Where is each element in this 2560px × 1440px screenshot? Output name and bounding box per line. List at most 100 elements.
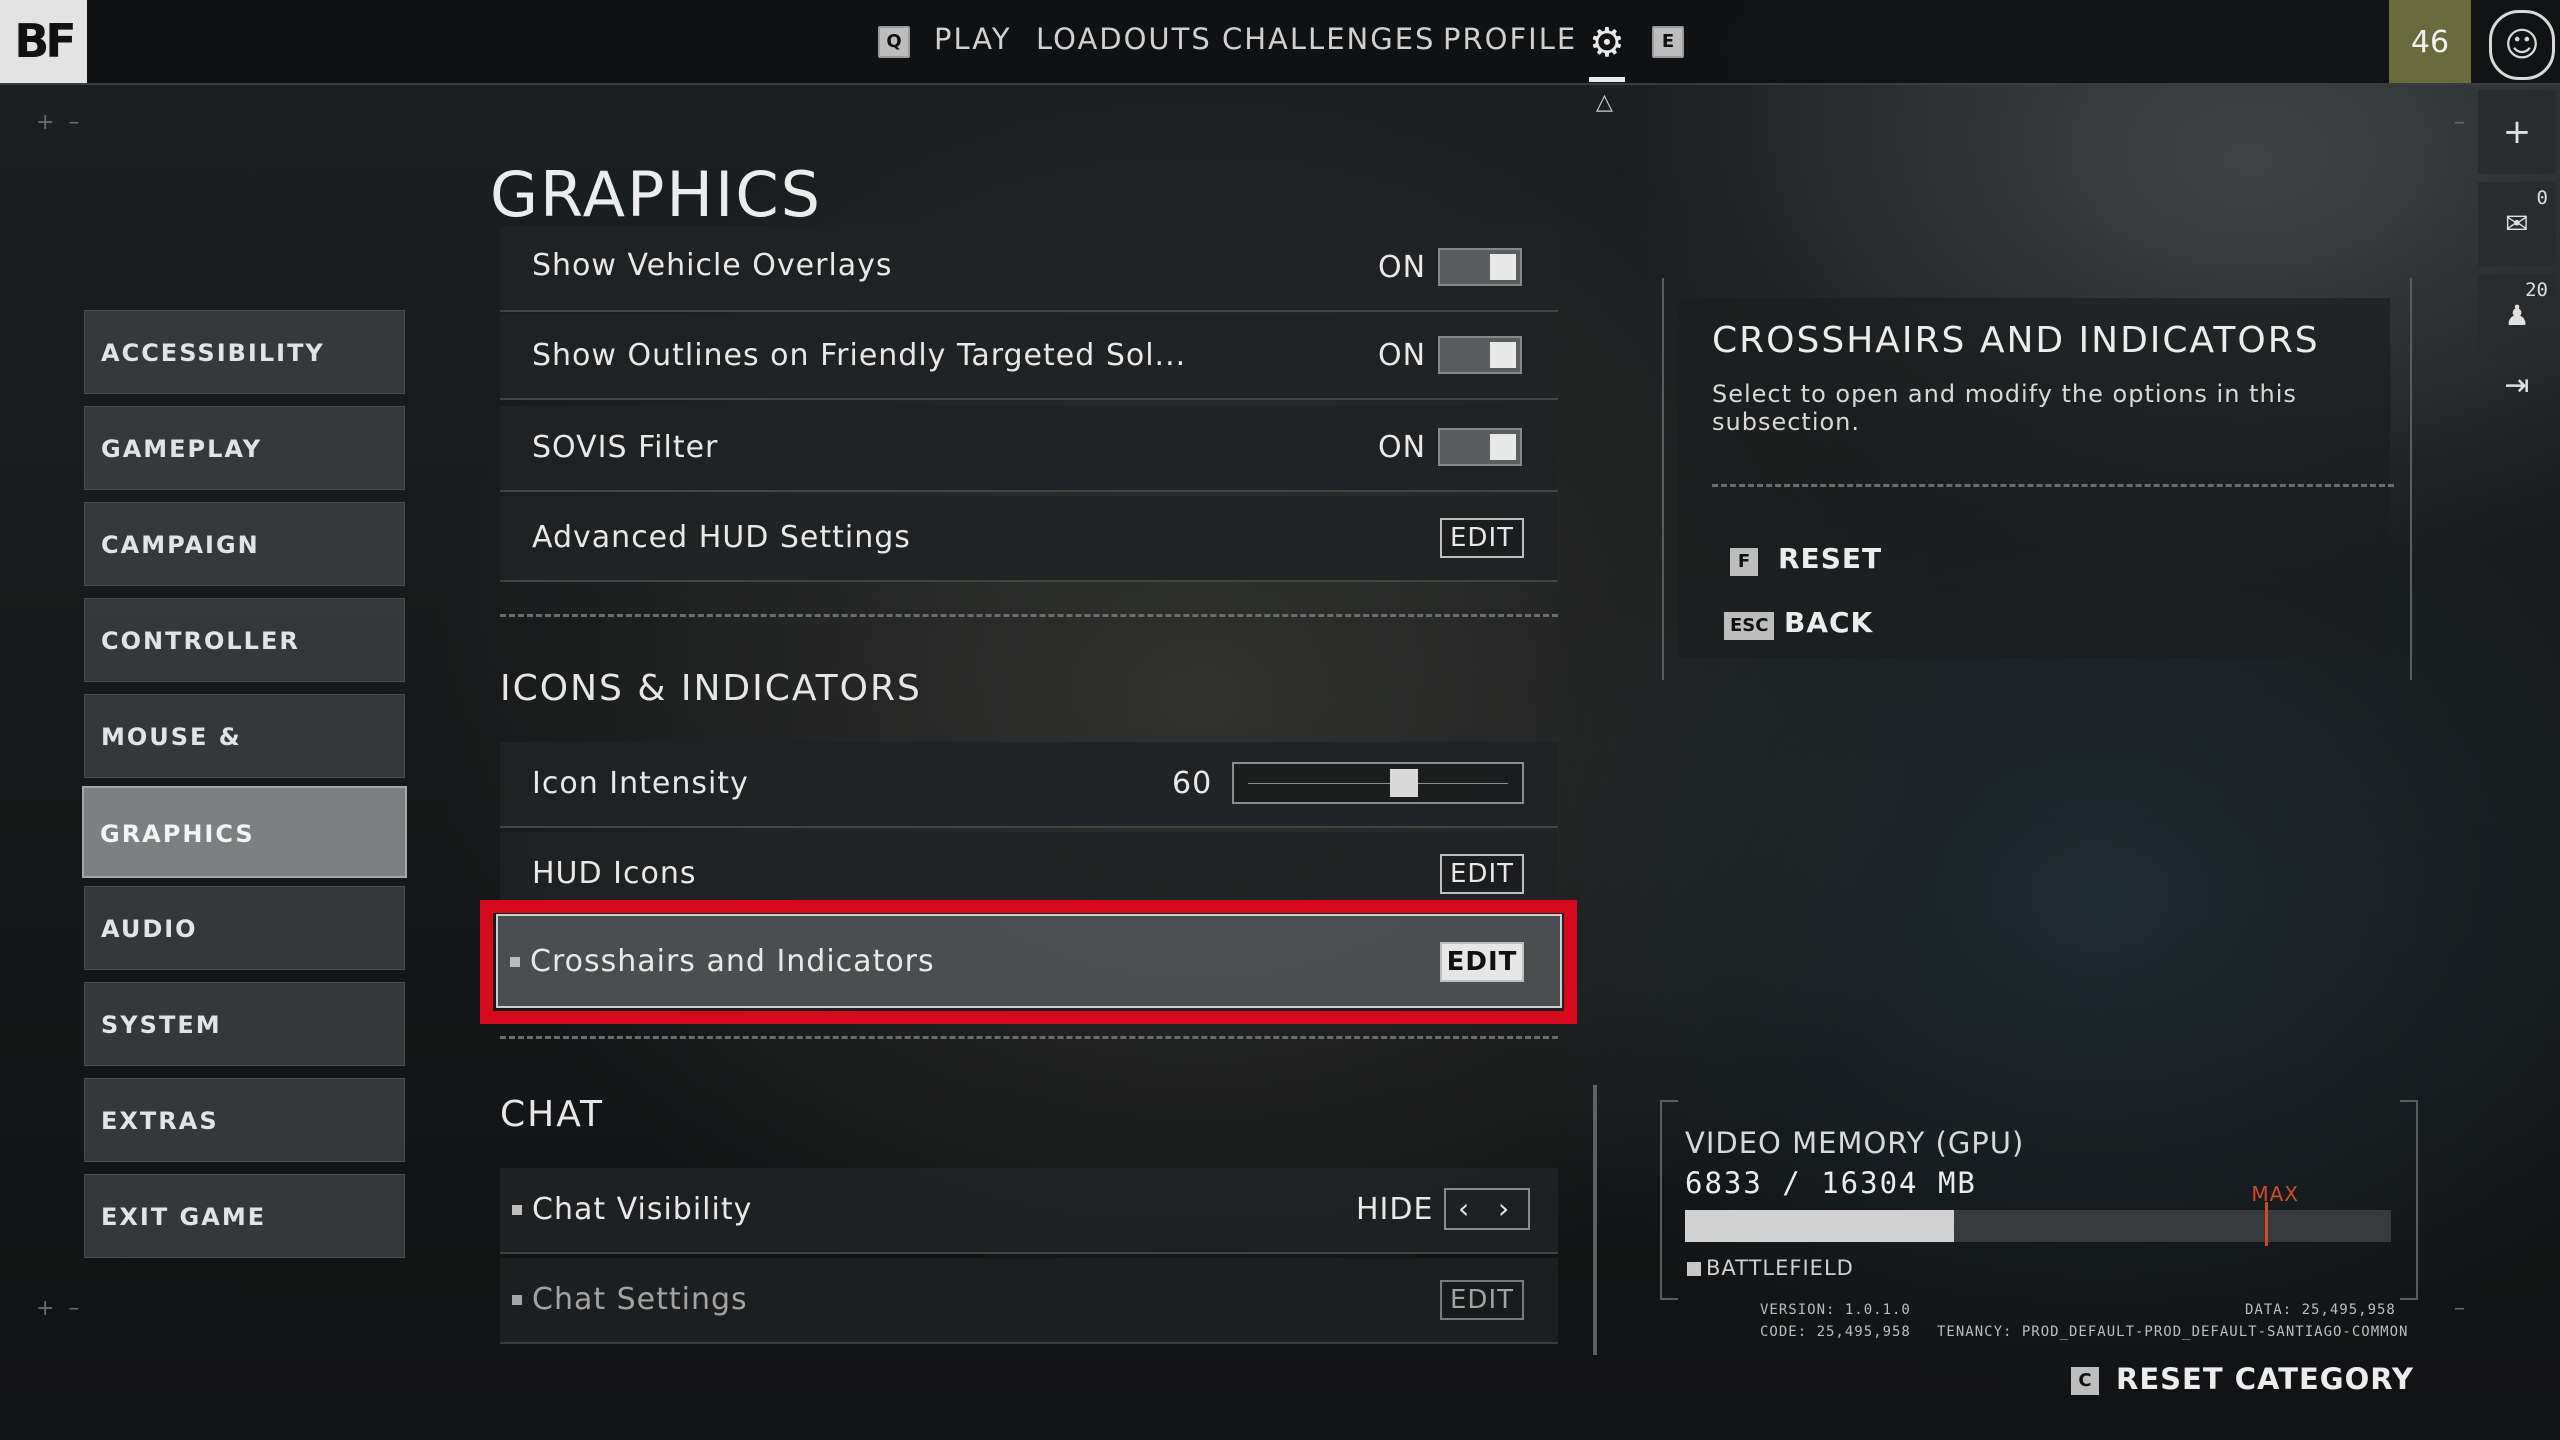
- edit-button[interactable]: EDIT: [1440, 942, 1524, 982]
- social-rail: + ✉ 0 ♟ 20 ⇥: [2478, 90, 2560, 440]
- setting-label: Crosshairs and Indicators: [530, 944, 935, 979]
- vram-usage-value: 6833 / 16304 MB: [1685, 1166, 1977, 1200]
- setting-row-chat-settings[interactable]: Chat Settings EDIT: [500, 1258, 1558, 1344]
- row-bullet: [512, 1205, 522, 1215]
- option-selector[interactable]: ‹ ›: [1444, 1188, 1530, 1230]
- icon-intensity-slider[interactable]: [1232, 762, 1524, 804]
- tenancy-text: TENANCY: PROD_DEFAULT-PROD_DEFAULT-SANTI…: [1937, 1324, 2409, 1340]
- panel-bracket: [1660, 1100, 1678, 1300]
- toggle-switch[interactable]: [1438, 336, 1522, 374]
- setting-row-vehicle-overlays[interactable]: Show Vehicle Overlays ON: [500, 226, 1558, 312]
- mail-icon: ✉: [2505, 207, 2529, 240]
- edit-button[interactable]: EDIT: [1440, 1280, 1524, 1320]
- setting-row-crosshairs-indicators[interactable]: Crosshairs and Indicators EDIT: [496, 914, 1562, 1008]
- reset-key-hint: F: [1730, 548, 1758, 576]
- section-divider: [500, 614, 1558, 617]
- nav-tab-loadouts[interactable]: LOADOUTS: [1036, 22, 1212, 56]
- vram-title: VIDEO MEMORY (GPU): [1685, 1126, 2025, 1160]
- corner-mark: –: [2454, 1296, 2465, 1321]
- setting-row-friendly-outlines[interactable]: Show Outlines on Friendly Targeted Sol..…: [500, 314, 1558, 400]
- settings-scrollbar[interactable]: [1593, 1085, 1597, 1355]
- section-title-chat: CHAT: [500, 1094, 605, 1135]
- menu-system[interactable]: SYSTEM: [84, 982, 405, 1066]
- menu-audio[interactable]: AUDIO: [84, 886, 405, 970]
- panel-bracket: [2400, 1100, 2418, 1300]
- reset-category-button[interactable]: RESET CATEGORY: [2116, 1362, 2414, 1396]
- toggle-knob: [1490, 434, 1516, 460]
- info-panel-body: CROSSHAIRS AND INDICATORS Select to open…: [1678, 298, 2394, 658]
- slider-thumb[interactable]: [1389, 769, 1418, 797]
- vram-usage-fill: [1685, 1210, 1954, 1242]
- logout-button[interactable]: ⇥: [2478, 356, 2556, 416]
- logout-icon: ⇥: [2504, 368, 2530, 403]
- setting-value: ON: [1378, 430, 1427, 465]
- reset-button[interactable]: RESET: [1778, 542, 1882, 575]
- top-nav-bar: BF Q PLAY LOADOUTS CHALLENGES PROFILE ⚙ …: [0, 0, 2560, 115]
- info-panel: CROSSHAIRS AND INDICATORS Select to open…: [1662, 278, 2412, 680]
- menu-exit-game[interactable]: EXIT GAME: [84, 1174, 405, 1258]
- slider-track: [1248, 783, 1508, 784]
- vram-max-marker: [2265, 1202, 2269, 1246]
- chevron-left-icon[interactable]: ‹: [1458, 1192, 1469, 1225]
- menu-controller[interactable]: CONTROLLER: [84, 598, 405, 682]
- setting-value: HIDE: [1356, 1192, 1434, 1227]
- setting-value: ON: [1378, 338, 1427, 373]
- version-text: VERSION: 1.0.1.0: [1760, 1302, 1911, 1318]
- player-level-badge[interactable]: 46: [2389, 0, 2471, 83]
- vram-usage-bar: [1685, 1202, 2391, 1246]
- menu-gameplay[interactable]: GAMEPLAY: [84, 406, 405, 490]
- menu-graphics[interactable]: GRAPHICS: [82, 786, 407, 878]
- corner-mark: + –: [36, 110, 80, 135]
- edit-button[interactable]: EDIT: [1440, 854, 1524, 894]
- setting-row-icon-intensity[interactable]: Icon Intensity 60: [500, 742, 1558, 828]
- squad-button[interactable]: ♟ 20: [2478, 274, 2556, 358]
- corner-mark: + –: [36, 1296, 80, 1321]
- squad-count: 20: [2525, 279, 2548, 301]
- toggle-switch[interactable]: [1438, 248, 1522, 286]
- setting-label: Icon Intensity: [532, 766, 749, 801]
- setting-label: Chat Visibility: [532, 1192, 753, 1227]
- back-key-hint: ESC: [1724, 612, 1775, 640]
- reset-category-key-hint: C: [2071, 1367, 2099, 1395]
- setting-value: ON: [1378, 250, 1427, 285]
- nav-tab-play[interactable]: PLAY: [934, 22, 1012, 56]
- data-text: DATA: 25,495,958: [2245, 1302, 2396, 1318]
- section-divider: [500, 1036, 1558, 1039]
- corner-mark: –: [2454, 110, 2465, 135]
- nav-tab-profile[interactable]: PROFILE: [1443, 22, 1577, 56]
- add-friend-button[interactable]: +: [2478, 90, 2556, 174]
- page-title: GRAPHICS: [490, 158, 822, 231]
- nav-tab-challenges[interactable]: CHALLENGES: [1222, 22, 1435, 56]
- menu-mouse-keyboard[interactable]: MOUSE & KEYBOARD: [84, 694, 405, 835]
- menu-extras[interactable]: EXTRAS: [84, 1078, 405, 1162]
- legend-swatch: [1687, 1262, 1701, 1276]
- toggle-knob: [1490, 254, 1516, 280]
- vram-legend-label: BATTLEFIELD: [1706, 1256, 1854, 1280]
- nav-prev-key-hint: Q: [878, 26, 910, 58]
- info-title: CROSSHAIRS AND INDICATORS: [1712, 320, 2320, 361]
- toggle-switch[interactable]: [1438, 428, 1522, 466]
- active-tab-indicator: [1589, 77, 1625, 82]
- menu-accessibility[interactable]: ACCESSIBILITY: [84, 310, 405, 394]
- info-divider: [1712, 484, 2394, 487]
- nav-next-key-hint: E: [1652, 26, 1684, 58]
- mail-button[interactable]: ✉ 0: [2478, 182, 2556, 266]
- setting-row-sovis-filter[interactable]: SOVIS Filter ON: [500, 406, 1558, 492]
- code-text: CODE: 25,495,958: [1760, 1324, 1911, 1340]
- soldier-avatar-icon[interactable]: ☺: [2489, 10, 2555, 80]
- squad-icon: ♟: [2504, 299, 2530, 332]
- setting-row-advanced-hud[interactable]: Advanced HUD Settings EDIT: [500, 496, 1558, 582]
- setting-label: SOVIS Filter: [532, 430, 719, 465]
- menu-campaign[interactable]: CAMPAIGN: [84, 502, 405, 586]
- chevron-right-icon[interactable]: ›: [1498, 1192, 1509, 1225]
- toggle-knob: [1490, 342, 1516, 368]
- video-memory-panel: VIDEO MEMORY (GPU) 6833 / 16304 MB MAX B…: [1660, 1100, 2418, 1300]
- setting-label: Show Outlines on Friendly Targeted Sol..…: [532, 338, 1187, 373]
- edit-button[interactable]: EDIT: [1440, 518, 1524, 558]
- battlefield-logo[interactable]: BF: [0, 0, 87, 83]
- setting-row-chat-visibility[interactable]: Chat Visibility HIDE ‹ ›: [500, 1168, 1558, 1254]
- setting-label: Show Vehicle Overlays: [532, 248, 893, 283]
- row-bullet: [510, 957, 520, 967]
- settings-gear-icon[interactable]: ⚙: [1589, 20, 1625, 66]
- back-button[interactable]: BACK: [1784, 606, 1873, 639]
